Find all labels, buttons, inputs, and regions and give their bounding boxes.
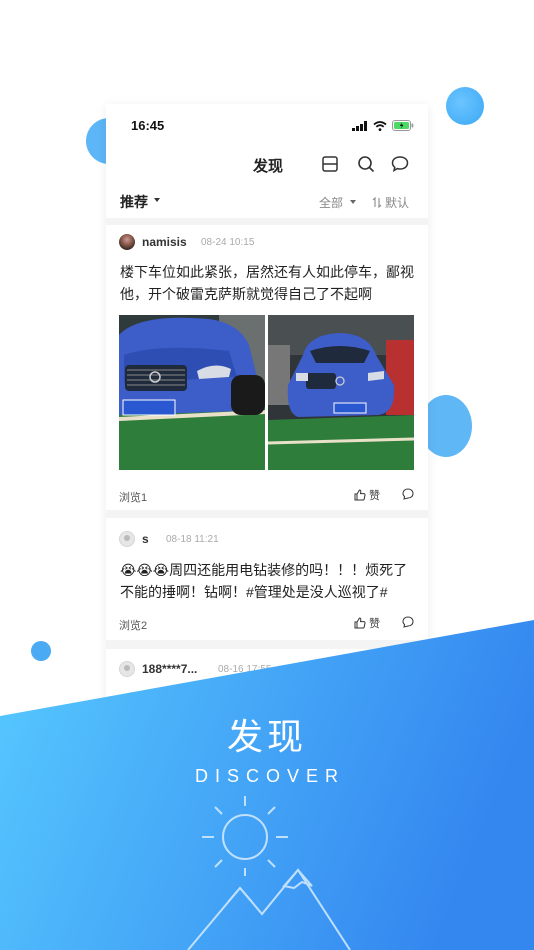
mountain-icon bbox=[187, 868, 351, 950]
sun-mountain-illustration bbox=[187, 796, 351, 950]
banner-subtitle: DISCOVER bbox=[194, 766, 346, 786]
sun-icon bbox=[202, 796, 288, 876]
banner-title: 发现 bbox=[226, 716, 307, 757]
